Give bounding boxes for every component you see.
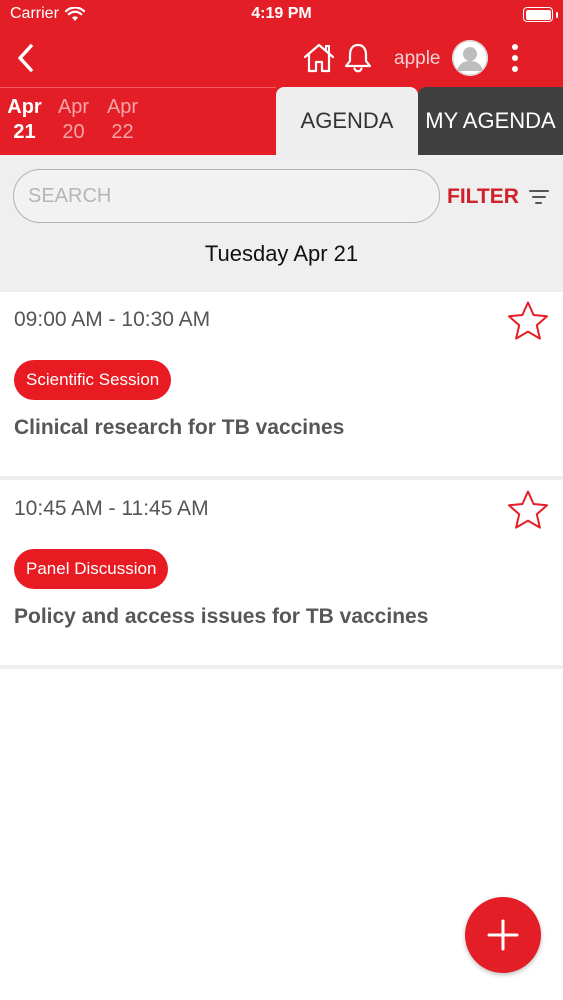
user-avatar-icon[interactable] bbox=[452, 40, 488, 76]
session-card[interactable]: 10:45 AM - 11:45 AM Panel Discussion Pol… bbox=[0, 481, 563, 665]
date-selector: Apr 21 Apr 20 Apr 22 bbox=[0, 95, 147, 151]
date-day: 20 bbox=[62, 121, 85, 143]
username-label[interactable]: apple bbox=[394, 48, 441, 70]
date-month: Apr bbox=[57, 96, 90, 118]
session-divider bbox=[0, 476, 563, 480]
star-outline-icon[interactable] bbox=[506, 300, 550, 342]
agenda-tabs: AGENDA MY AGENDA bbox=[276, 87, 563, 155]
date-month: Apr bbox=[106, 96, 139, 118]
filter-button[interactable]: FILTER bbox=[447, 182, 551, 212]
session-card[interactable]: 09:00 AM - 10:30 AM Scientific Session C… bbox=[0, 292, 563, 476]
back-button[interactable] bbox=[10, 40, 42, 76]
date-item-apr-21[interactable]: Apr 21 bbox=[0, 95, 49, 151]
date-day: 22 bbox=[111, 121, 134, 143]
battery-tip bbox=[556, 12, 558, 18]
session-tag: Panel Discussion bbox=[14, 549, 169, 589]
bell-icon bbox=[344, 43, 372, 73]
date-item-apr-22[interactable]: Apr 22 bbox=[98, 95, 147, 151]
status-time: 4:19 PM bbox=[251, 5, 312, 22]
more-vertical-icon[interactable] bbox=[502, 40, 528, 76]
home-icon bbox=[303, 43, 335, 73]
nav-bar: apple bbox=[0, 30, 563, 86]
app-header: Carrier 4:19 PM apple Apr 21 Apr 20 Apr … bbox=[0, 0, 563, 155]
search-input[interactable] bbox=[13, 169, 440, 223]
session-time: 09:00 AM - 10:30 AM bbox=[14, 308, 211, 331]
session-title: Clinical research for TB vaccines bbox=[14, 416, 345, 439]
add-button[interactable] bbox=[465, 897, 541, 973]
date-item-apr-20[interactable]: Apr 20 bbox=[49, 95, 98, 151]
avatar-silhouette bbox=[452, 40, 488, 76]
session-divider bbox=[0, 665, 563, 669]
search-area: FILTER Tuesday Apr 21 bbox=[0, 155, 563, 292]
plus-icon bbox=[487, 919, 519, 951]
session-tag: Scientific Session bbox=[14, 360, 172, 400]
status-bar: Carrier 4:19 PM bbox=[0, 0, 563, 30]
star-outline-icon[interactable] bbox=[506, 489, 550, 531]
date-day: 21 bbox=[13, 121, 36, 143]
session-time: 10:45 AM - 11:45 AM bbox=[14, 497, 209, 520]
chevron-left-icon bbox=[18, 44, 33, 72]
header-divider bbox=[0, 87, 276, 88]
filter-icon bbox=[527, 185, 551, 209]
session-title: Policy and access issues for TB vaccines bbox=[14, 605, 429, 628]
date-month: Apr bbox=[7, 96, 42, 118]
tab-agenda[interactable]: AGENDA bbox=[276, 87, 418, 155]
filter-label: FILTER bbox=[447, 185, 519, 208]
notifications-button[interactable] bbox=[342, 42, 374, 74]
home-button[interactable] bbox=[302, 42, 336, 74]
battery-icon bbox=[523, 7, 553, 22]
tab-my-agenda[interactable]: MY AGENDA bbox=[418, 87, 563, 155]
day-heading: Tuesday Apr 21 bbox=[204, 241, 359, 266]
